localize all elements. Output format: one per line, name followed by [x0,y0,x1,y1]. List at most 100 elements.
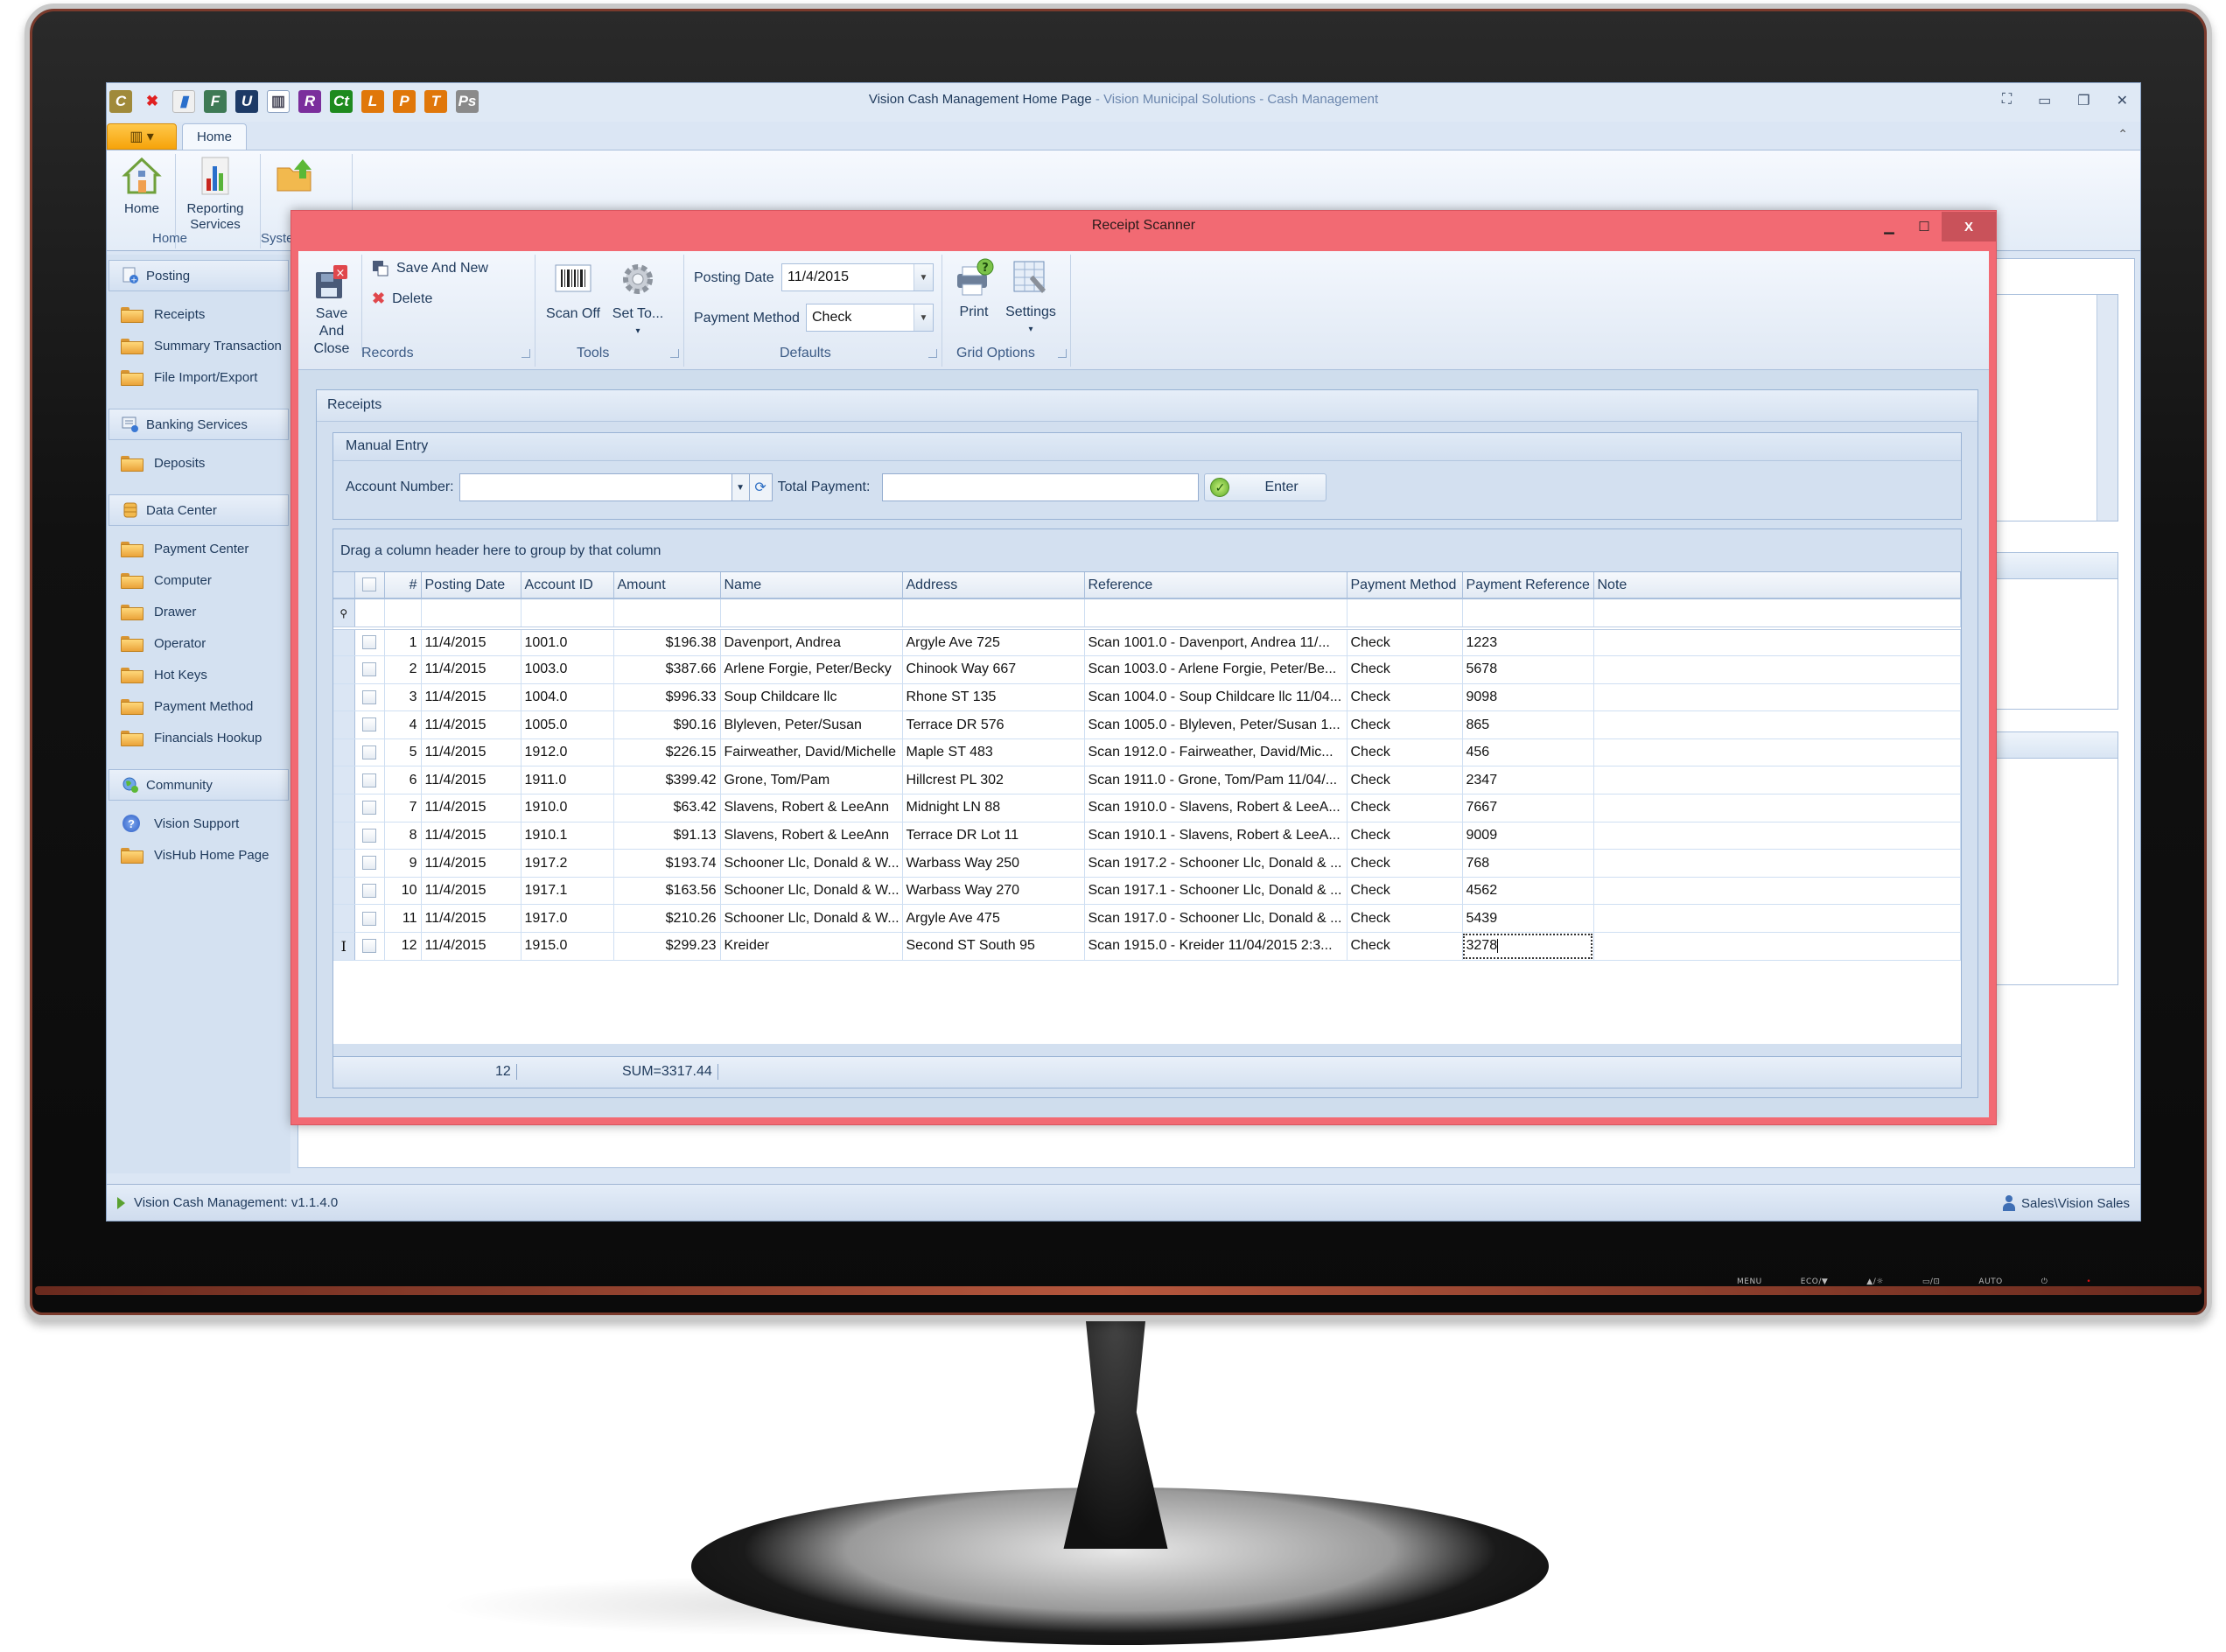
checkbox[interactable] [362,635,376,650]
row-select-cell[interactable] [354,738,385,767]
cell-row-number[interactable]: 11 [384,904,422,934]
cell-amount[interactable]: $399.42 [613,766,721,795]
account-number-input[interactable] [458,473,732,501]
cell-note[interactable] [1593,794,1961,822]
row-indicator[interactable] [333,655,355,684]
cell-row-number[interactable]: 1 [384,628,422,657]
filter-cell[interactable] [1084,598,1348,630]
defaults-dialog-launcher[interactable] [928,349,937,358]
cell-name[interactable]: Grone, Tom/Pam [720,766,903,795]
cell-row-number[interactable]: 7 [384,794,422,822]
row-indicator[interactable] [333,738,355,767]
sidebar-item-file-import-export[interactable]: File Import/Export [107,361,290,393]
monitor-button[interactable]: ECO/▼ [1801,1278,1829,1286]
cell-reference[interactable]: Scan 1004.0 - Soup Childcare llc 11/04..… [1084,683,1348,712]
filter-cell[interactable] [521,598,614,630]
delete-button[interactable]: ✖ Delete [372,290,432,308]
row-select-cell[interactable] [354,628,385,657]
scan-off-button[interactable]: Scan Off [542,262,605,323]
cell-note[interactable] [1593,628,1961,657]
cell-payment-reference[interactable]: 4562 [1462,877,1594,906]
cell-amount[interactable]: $996.33 [613,683,721,712]
cell-name[interactable]: Schooner Llc, Donald & W... [720,904,903,934]
sidebar-section-posting[interactable]: + Posting [108,260,289,291]
monitor-button[interactable]: ▭/⊡ [1922,1278,1941,1286]
cell-account-id[interactable]: 1917.0 [521,904,614,934]
sidebar-section-data-center[interactable]: Data Center [108,494,289,526]
table-row[interactable]: 9 11/4/2015 1917.2 $193.74 Schooner Llc, Don… [333,849,1961,878]
cell-account-id[interactable]: 1003.0 [521,655,614,684]
ribbon-collapse-icon[interactable]: ⌃ [2118,127,2128,142]
row-select-cell[interactable] [354,655,385,684]
sidebar-section-banking-services[interactable]: Banking Services [108,409,289,440]
row-indicator[interactable] [333,822,355,850]
checkbox[interactable] [362,856,376,871]
cell-posting-date[interactable]: 11/4/2015 [421,794,522,822]
column-header-reference[interactable]: Reference [1084,572,1348,599]
cell-payment-method[interactable]: Check [1347,822,1463,850]
system-button[interactable] [269,156,321,201]
cell-reference[interactable]: Scan 1915.0 - Kreider 11/04/2015 2:3... [1084,932,1348,961]
sidebar-item-receipts[interactable]: Receipts [107,298,290,330]
row-select-cell[interactable] [354,822,385,850]
sidebar-item-summary-transaction[interactable]: Summary Transaction [107,330,290,361]
cell-row-number[interactable]: 6 [384,766,422,795]
tab-home[interactable]: Home [182,123,247,150]
dialog-minimize-button[interactable]: ▁ [1872,212,1907,242]
cell-payment-reference[interactable]: 5439 [1462,904,1594,934]
group-by-panel[interactable]: Drag a column header here to group by th… [333,529,1961,571]
cell-posting-date[interactable]: 11/4/2015 [421,766,522,795]
cell-payment-reference[interactable]: 768 [1462,849,1594,878]
settings-button[interactable]: Settings ▾ [1000,258,1061,339]
cell-payment-reference[interactable]: 456 [1462,738,1594,767]
cell-posting-date[interactable]: 11/4/2015 [421,877,522,906]
restore-icon[interactable]: ❐ [2077,92,2090,109]
cell-posting-date[interactable]: 11/4/2015 [421,738,522,767]
cell-payment-reference[interactable]: 865 [1462,710,1594,739]
cell-account-id[interactable]: 1005.0 [521,710,614,739]
cell-amount[interactable]: $196.38 [613,628,721,657]
checkbox[interactable] [362,939,376,954]
cell-name[interactable]: Fairweather, David/Michelle [720,738,903,767]
checkbox[interactable] [362,662,376,677]
filter-cell[interactable] [1593,598,1961,630]
cell-payment-reference[interactable]: 9009 [1462,822,1594,850]
row-indicator[interactable] [333,904,355,934]
sidebar-item-drawer[interactable]: Drawer [107,596,290,627]
cell-account-id[interactable]: 1910.1 [521,822,614,850]
cell-note[interactable] [1593,877,1961,906]
cell-row-number[interactable]: 10 [384,877,422,906]
cell-row-number[interactable]: 2 [384,655,422,684]
filter-cell[interactable] [613,598,721,630]
checkbox[interactable] [362,745,376,760]
table-row[interactable]: 7 11/4/2015 1910.0 $63.42 Slavens, Robert & … [333,794,1961,822]
cell-note[interactable] [1593,655,1961,684]
checkbox[interactable] [362,718,376,732]
cell-address[interactable]: Maple ST 483 [902,738,1085,767]
cell-payment-reference[interactable]: 3278 [1462,932,1594,961]
cell-payment-reference[interactable]: 9098 [1462,683,1594,712]
sidebar-item-computer[interactable]: Computer [107,564,290,596]
cell-payment-method[interactable]: Check [1347,738,1463,767]
cell-account-id[interactable]: 1912.0 [521,738,614,767]
sidebar-item-deposits[interactable]: Deposits [107,447,290,479]
cell-account-id[interactable]: 1917.1 [521,877,614,906]
cell-posting-date[interactable]: 11/4/2015 [421,904,522,934]
row-indicator[interactable] [333,794,355,822]
chevron-down-icon[interactable]: ▼ [914,304,933,331]
cell-payment-method[interactable]: Check [1347,683,1463,712]
cell-reference[interactable]: Scan 1912.0 - Fairweather, David/Mic... [1084,738,1348,767]
table-row[interactable]: 8 11/4/2015 1910.1 $91.13 Slavens, Robert & … [333,822,1961,850]
cell-reference[interactable]: Scan 1910.1 - Slavens, Robert & LeeA... [1084,822,1348,850]
records-dialog-launcher[interactable] [522,349,530,358]
total-payment-input[interactable] [882,473,1200,501]
cell-address[interactable]: Argyle Ave 475 [902,904,1085,934]
column-header-payment-method[interactable]: Payment Method [1347,572,1463,599]
cell-payment-method[interactable]: Check [1347,794,1463,822]
sidebar-item-operator[interactable]: Operator [107,627,290,659]
cell-amount[interactable]: $193.74 [613,849,721,878]
table-row[interactable]: 10 11/4/2015 1917.1 $163.56 Schooner Llc, Do… [333,877,1961,906]
table-row[interactable]: 2 11/4/2015 1003.0 $387.66 Arlene Forgie, Pe… [333,655,1961,684]
cell-name[interactable]: Blyleven, Peter/Susan [720,710,903,739]
cell-name[interactable]: Soup Childcare llc [720,683,903,712]
